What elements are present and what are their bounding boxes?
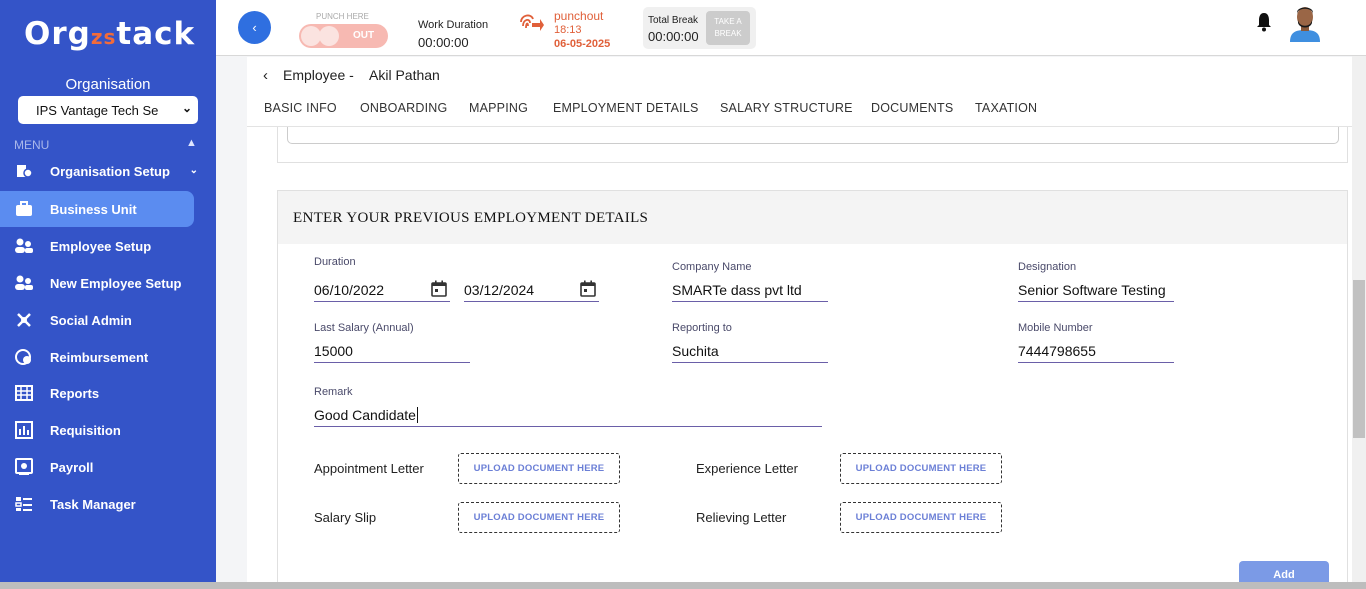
sidebar-item-reimbursement[interactable]: Reimbursement	[0, 339, 194, 375]
to-date-input[interactable]: 03/12/2024	[464, 277, 599, 302]
text-area[interactable]	[287, 127, 1339, 144]
sidebar-item-social-admin[interactable]: Social Admin	[0, 302, 194, 338]
tab-taxation[interactable]: TAXATION	[975, 101, 1037, 115]
back-arrow-icon[interactable]: ‹	[263, 67, 268, 84]
users-icon	[14, 237, 34, 255]
calendar-icon[interactable]	[580, 280, 596, 300]
sidebar-item-reports[interactable]: Reports	[0, 375, 194, 411]
reporting-to-label: Reporting to	[672, 322, 732, 334]
tab-employment-details[interactable]: EMPLOYMENT DETAILS	[553, 101, 699, 115]
organisation-label: Organisation	[65, 76, 151, 93]
payroll-icon	[14, 458, 34, 476]
vertical-scrollbar[interactable]	[1352, 56, 1366, 582]
tab-onboarding[interactable]: ONBOARDING	[360, 101, 447, 115]
text-cursor	[416, 407, 418, 423]
reimbursement-icon	[14, 348, 34, 366]
punch-toggle[interactable]: OUT	[299, 24, 388, 48]
reports-icon	[14, 384, 34, 402]
avatar[interactable]	[1288, 4, 1322, 42]
employee-header: ‹ Employee - Akil Pathan BASIC INFO ONBO…	[247, 57, 1352, 127]
remark-input[interactable]: Good Candidate	[314, 402, 822, 427]
card-header: ENTER YOUR PREVIOUS EMPLOYMENT DETAILS	[278, 191, 1347, 244]
sidebar: Orgzstack Organisation IPS Vantage Tech …	[0, 0, 216, 582]
breadcrumb: Employee -	[283, 67, 354, 83]
relieving-letter-label: Relieving Letter	[696, 510, 787, 525]
total-break-value: 00:00:00	[648, 29, 699, 44]
company-name-label: Company Name	[672, 261, 752, 273]
remark-label: Remark	[314, 386, 353, 398]
designation-input[interactable]: Senior Software Testing	[1018, 277, 1174, 302]
tab-salary-structure[interactable]: SALARY STRUCTURE	[720, 101, 853, 115]
organisation-select-value: IPS Vantage Tech Se	[36, 102, 159, 118]
work-duration-label: Work Duration	[418, 19, 489, 31]
org-setup-icon	[14, 162, 34, 180]
users-icon	[14, 274, 34, 292]
bell-icon[interactable]	[1256, 12, 1272, 37]
organisation-select[interactable]: IPS Vantage Tech Se ⌄	[18, 96, 198, 124]
experience-letter-label: Experience Letter	[696, 461, 798, 476]
collapse-sidebar-button[interactable]: ‹	[238, 11, 271, 44]
briefcase-icon	[14, 200, 34, 218]
menu-label: MENU	[14, 138, 50, 152]
toggle-knob	[319, 26, 339, 46]
work-duration-value: 00:00:00	[418, 35, 469, 50]
task-icon	[14, 495, 34, 513]
punchout-date: 06-05-2025	[554, 38, 611, 50]
take-break-button[interactable]: TAKE A BREAK	[706, 11, 750, 45]
sidebar-item-payroll[interactable]: Payroll	[0, 449, 194, 485]
chevron-left-icon: ‹	[252, 20, 257, 35]
last-salary-input[interactable]: 15000	[314, 338, 470, 363]
top-bar: ‹ PUNCH HERE OUT Work Duration 00:00:00 …	[216, 0, 1366, 56]
duration-label: Duration	[314, 256, 356, 268]
employee-name: Akil Pathan	[369, 67, 440, 83]
fingerprint-icon	[518, 10, 544, 37]
sidebar-item-task-manager[interactable]: Task Manager	[0, 486, 194, 522]
tab-basic-info[interactable]: BASIC INFO	[264, 101, 337, 115]
upload-experience-letter-button[interactable]: UPLOAD DOCUMENT HERE	[840, 453, 1002, 484]
horizontal-scrollbar[interactable]	[0, 582, 1366, 589]
mobile-number-label: Mobile Number	[1018, 322, 1093, 334]
punchout-time: 18:13	[554, 24, 582, 36]
card-title: ENTER YOUR PREVIOUS EMPLOYMENT DETAILS	[293, 210, 649, 226]
reporting-to-input[interactable]: Suchita	[672, 338, 828, 363]
calendar-icon[interactable]	[431, 280, 447, 300]
chevron-up-icon[interactable]: ▲	[186, 137, 197, 149]
punch-state: OUT	[353, 30, 375, 41]
toggle-knob	[301, 26, 321, 46]
punch-here-label: PUNCH HERE	[316, 12, 369, 21]
previous-section	[277, 127, 1348, 163]
upload-salary-slip-button[interactable]: UPLOAD DOCUMENT HERE	[458, 502, 620, 533]
sidebar-item-employee-setup[interactable]: Employee Setup	[0, 228, 194, 264]
appointment-letter-label: Appointment Letter	[314, 461, 424, 476]
previous-employment-card: ENTER YOUR PREVIOUS EMPLOYMENT DETAILS D…	[277, 190, 1348, 589]
social-icon	[14, 311, 34, 329]
tab-mapping[interactable]: MAPPING	[469, 101, 528, 115]
sidebar-item-business-unit[interactable]: Business Unit	[0, 191, 194, 227]
sidebar-item-new-employee-setup[interactable]: New Employee Setup	[0, 265, 194, 301]
chevron-down-icon: ⌄	[189, 165, 198, 176]
requisition-icon	[14, 421, 34, 439]
company-name-input[interactable]: SMARTe dass pvt ltd	[672, 277, 828, 302]
from-date-input[interactable]: 06/10/2022	[314, 277, 450, 302]
total-break-box: Total Break 00:00:00 TAKE A BREAK	[643, 7, 756, 49]
last-salary-label: Last Salary (Annual)	[314, 322, 414, 334]
scrollbar-thumb[interactable]	[1353, 280, 1365, 438]
app-logo: Orgzstack	[24, 16, 196, 52]
chevron-down-icon: ⌄	[181, 101, 192, 115]
upload-appointment-letter-button[interactable]: UPLOAD DOCUMENT HERE	[458, 453, 620, 484]
tab-documents[interactable]: DOCUMENTS	[871, 101, 953, 115]
sidebar-item-requisition[interactable]: Requisition	[0, 412, 194, 448]
content-area: ENTER YOUR PREVIOUS EMPLOYMENT DETAILS D…	[247, 127, 1352, 589]
upload-relieving-letter-button[interactable]: UPLOAD DOCUMENT HERE	[840, 502, 1002, 533]
sidebar-item-organisation-setup[interactable]: Organisation Setup ⌄	[0, 153, 198, 189]
mobile-number-input[interactable]: 7444798655	[1018, 338, 1174, 363]
salary-slip-label: Salary Slip	[314, 510, 377, 525]
designation-label: Designation	[1018, 261, 1077, 273]
total-break-label: Total Break	[648, 15, 699, 26]
punchout-label: punchout	[554, 9, 604, 23]
